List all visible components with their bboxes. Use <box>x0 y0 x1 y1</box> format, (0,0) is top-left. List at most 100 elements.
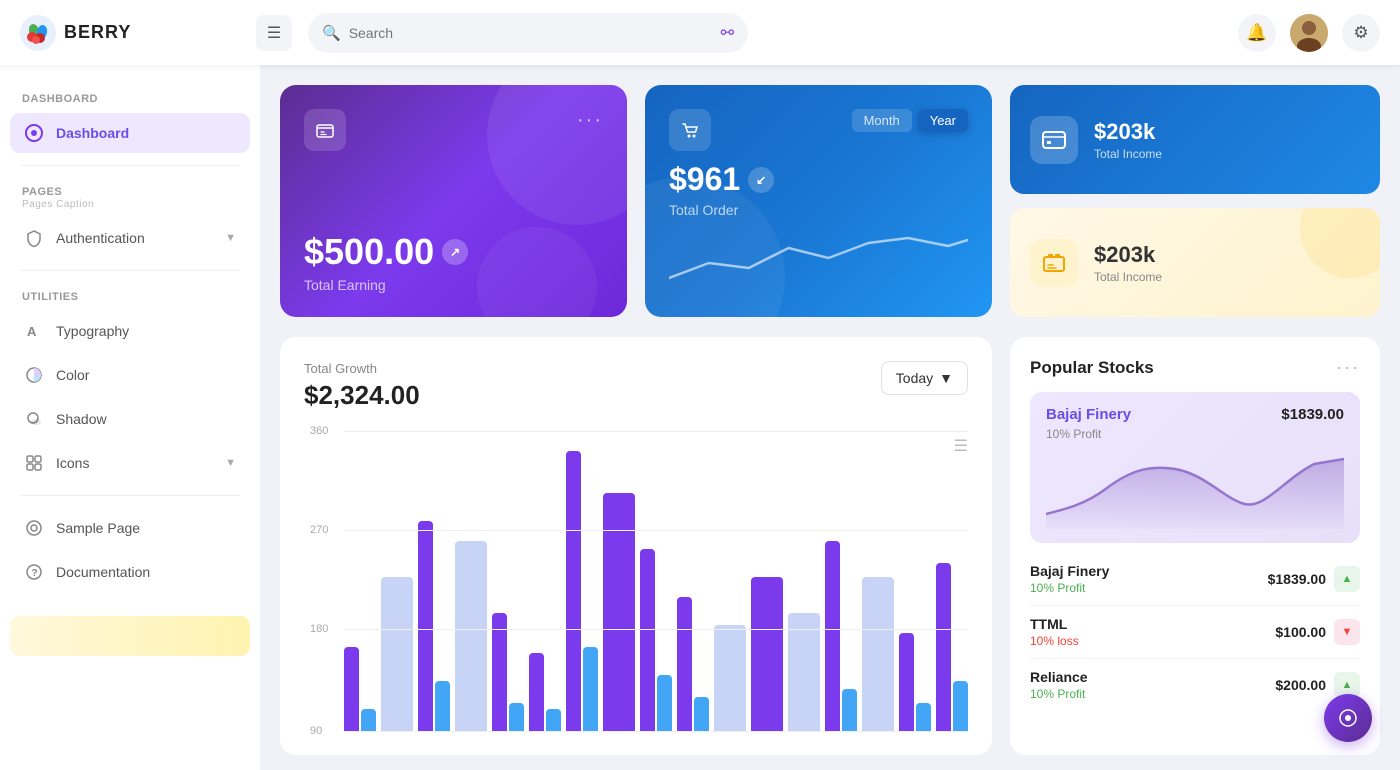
growth-chart-card: Total Growth $2,324.00 Today ▼ ☰ <box>280 337 992 755</box>
today-button[interactable]: Today ▼ <box>881 361 968 395</box>
order-label: Total Order <box>669 202 968 218</box>
card-top-row: ··· <box>304 109 603 151</box>
typography-label: Typography <box>56 323 129 339</box>
color-icon <box>24 365 44 385</box>
typography-icon: A <box>24 321 44 341</box>
berry-logo-icon <box>20 15 56 51</box>
stock-name: Bajaj Finery <box>1030 563 1109 579</box>
sidebar-item-typography[interactable]: A Typography <box>10 311 250 351</box>
content-area: ··· $500.00 ↗ Total Earning <box>260 65 1400 770</box>
app-name: BERRY <box>64 22 131 43</box>
documentation-icon: ? <box>24 562 44 582</box>
highlight-profit-label: 10% Profit <box>1046 427 1344 441</box>
stock-name: TTML <box>1030 616 1079 632</box>
grid-lines: 360 270 180 90 <box>344 431 968 731</box>
month-toggle-button[interactable]: Month <box>852 109 912 132</box>
notification-button[interactable]: 🔔 <box>1238 14 1276 52</box>
mini-card-yellow-amount: $203k <box>1094 242 1162 268</box>
header: BERRY ☰ 🔍 ⚯ 🔔 ⚙ <box>0 0 1400 65</box>
stocks-header: Popular Stocks ··· <box>1030 357 1360 378</box>
fab-button[interactable] <box>1324 694 1372 742</box>
sidebar-item-icons[interactable]: Icons ▼ <box>10 443 250 483</box>
stock-info: TTML 10% loss <box>1030 616 1079 648</box>
sidebar-item-shadow[interactable]: Shadow <box>10 399 250 439</box>
sidebar-promo-bar <box>10 616 250 656</box>
shadow-label: Shadow <box>56 411 107 427</box>
sample-page-label: Sample Page <box>56 520 140 536</box>
order-chart <box>669 228 968 293</box>
earning-card-icon <box>304 109 346 151</box>
dropdown-icon: ▼ <box>939 370 953 386</box>
hamburger-button[interactable]: ☰ <box>256 15 292 51</box>
stock-price: $200.00 <box>1275 677 1326 693</box>
stocks-title: Popular Stocks <box>1030 358 1154 378</box>
stock-row: Reliance 10% Profit $200.00 ▲ <box>1030 659 1360 711</box>
dashboard-label: Dashboard <box>56 125 129 141</box>
stocks-highlight: Bajaj Finery $1839.00 10% Profit <box>1030 392 1360 543</box>
pages-section-title: Pages Pages Caption <box>10 178 250 214</box>
highlight-row: Bajaj Finery $1839.00 <box>1046 406 1344 423</box>
avatar[interactable] <box>1290 14 1328 52</box>
divider-2 <box>20 270 240 271</box>
grid-line-90: 90 <box>344 731 968 732</box>
authentication-icon <box>24 228 44 248</box>
filter-icon[interactable]: ⚯ <box>721 23 734 43</box>
sidebar-item-color[interactable]: Color <box>10 355 250 395</box>
sample-page-icon <box>24 518 44 538</box>
order-amount: $961 ↙ <box>669 161 774 198</box>
sidebar-item-authentication[interactable]: Authentication ▼ <box>10 218 250 258</box>
card-earning-amount: $500.00 ↗ <box>304 231 603 273</box>
shadow-icon <box>24 409 44 429</box>
earning-trend-icon: ↗ <box>442 239 468 265</box>
stocks-card: Popular Stocks ··· Bajaj Finery $1839.00… <box>1010 337 1380 755</box>
stock-row: Bajaj Finery 10% Profit $1839.00 ▲ <box>1030 553 1360 606</box>
chart-title-area: Total Growth $2,324.00 <box>304 361 420 411</box>
hamburger-icon: ☰ <box>267 23 281 43</box>
highlight-name: Bajaj Finery <box>1046 406 1131 423</box>
authentication-label: Authentication <box>56 230 145 246</box>
authentication-chevron: ▼ <box>225 232 236 244</box>
chart-inner: 360 270 180 90 <box>344 431 968 731</box>
sidebar-item-sample-page[interactable]: Sample Page <box>10 508 250 548</box>
stock-info: Reliance 10% Profit <box>1030 669 1088 701</box>
dashboard-section-title: Dashboard <box>10 85 250 109</box>
main-layout: Dashboard Dashboard Pages Pages Caption … <box>0 65 1400 770</box>
order-top: Month Year <box>669 109 968 151</box>
stock-label: 10% loss <box>1030 634 1079 648</box>
stock-rows: Bajaj Finery 10% Profit $1839.00 ▲ TTML … <box>1030 553 1360 711</box>
right-column-cards: $203k Total Income $203k <box>1010 85 1380 317</box>
sidebar: Dashboard Dashboard Pages Pages Caption … <box>0 65 260 770</box>
chart-header: Total Growth $2,324.00 Today ▼ <box>304 361 968 411</box>
icons-label: Icons <box>56 455 89 471</box>
card-total-earning: ··· $500.00 ↗ Total Earning <box>280 85 627 317</box>
stocks-mini-chart <box>1046 449 1344 529</box>
settings-button[interactable]: ⚙ <box>1342 14 1380 52</box>
sidebar-item-documentation[interactable]: ? Documentation <box>10 552 250 592</box>
stock-label: 10% Profit <box>1030 581 1109 595</box>
search-icon: 🔍 <box>322 24 341 42</box>
order-trend-icon: ↙ <box>748 167 774 193</box>
grid-label-270: 270 <box>310 524 328 536</box>
card-earning-dots[interactable]: ··· <box>577 109 603 132</box>
dashboard-icon <box>24 123 44 143</box>
mini-card-yellow: $203k Total Income <box>1010 208 1380 317</box>
mini-card-blue-icon <box>1030 116 1078 164</box>
order-card-icon <box>669 109 711 151</box>
stock-label: 10% Profit <box>1030 687 1088 701</box>
stocks-dots-icon[interactable]: ··· <box>1336 357 1360 378</box>
header-right: 🔔 ⚙ <box>1238 14 1380 52</box>
stock-row: TTML 10% loss $100.00 ▼ <box>1030 606 1360 659</box>
search-input[interactable] <box>349 25 713 41</box>
notification-icon: 🔔 <box>1246 23 1267 43</box>
card-earning-label: Total Earning <box>304 277 603 293</box>
highlight-price: $1839.00 <box>1281 406 1344 423</box>
grid-line-180: 180 <box>344 629 968 630</box>
mini-card-blue-amount: $203k <box>1094 119 1162 145</box>
color-label: Color <box>56 367 89 383</box>
sidebar-item-dashboard[interactable]: Dashboard <box>10 113 250 153</box>
divider-3 <box>20 495 240 496</box>
icons-chevron: ▼ <box>225 457 236 469</box>
year-toggle-button[interactable]: Year <box>918 109 968 132</box>
search-bar: 🔍 ⚯ <box>308 13 748 53</box>
documentation-label: Documentation <box>56 564 150 580</box>
